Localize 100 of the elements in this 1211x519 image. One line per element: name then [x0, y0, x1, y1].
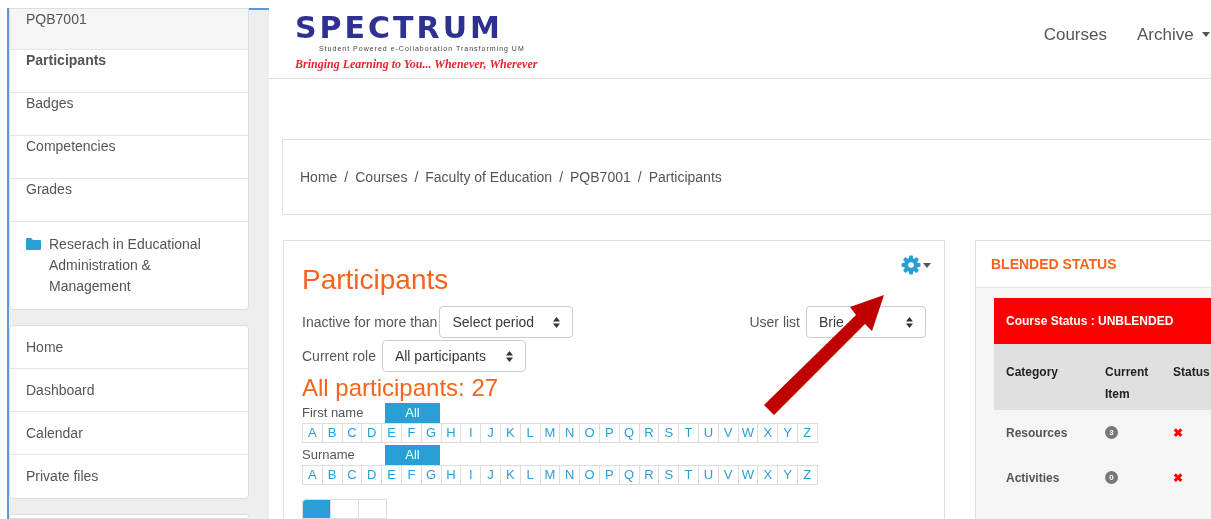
- breadcrumb-separator: /: [637, 167, 642, 187]
- select-field[interactable]: Select period: [439, 306, 574, 338]
- letter-link[interactable]: L: [519, 423, 541, 443]
- letter-link[interactable]: X: [757, 465, 779, 485]
- letter-link[interactable]: O: [579, 465, 600, 485]
- sort-arrows-icon: [553, 316, 561, 328]
- letter-link[interactable]: F: [401, 423, 422, 443]
- select-field[interactable]: All participants: [381, 340, 526, 372]
- letter-link[interactable]: S: [658, 423, 680, 443]
- letter-link[interactable]: G: [420, 423, 442, 443]
- letter-link[interactable]: V: [717, 465, 739, 485]
- letter-link[interactable]: Z: [796, 423, 818, 443]
- letter-link[interactable]: C: [341, 423, 363, 443]
- letter-link[interactable]: P: [598, 423, 620, 443]
- logo-tagline: Bringing Learning to You... Whenever, Wherever: [295, 55, 538, 73]
- letter-link[interactable]: R: [638, 465, 660, 485]
- letter-link[interactable]: W: [737, 465, 759, 485]
- breadcrumb-link[interactable]: PQB7001: [570, 166, 631, 188]
- letter-link[interactable]: M: [539, 465, 561, 485]
- letter-link[interactable]: W: [737, 423, 759, 443]
- panel-title: BLENDED STATUS: [991, 254, 1117, 274]
- breadcrumb-link[interactable]: Participants: [648, 166, 722, 188]
- filter-label: First name: [302, 404, 365, 423]
- column-header: Status: [1173, 364, 1210, 381]
- caret-icon: [923, 262, 931, 268]
- letter-link[interactable]: P: [598, 465, 620, 485]
- breadcrumb-link[interactable]: Home: [300, 166, 338, 188]
- letter-link[interactable]: F: [401, 465, 422, 485]
- breadcrumb-separator: /: [414, 167, 419, 187]
- letter-link[interactable]: M: [539, 423, 561, 443]
- letter-link[interactable]: E: [381, 423, 402, 443]
- letter-link[interactable]: G: [420, 465, 442, 485]
- page-link[interactable]: [302, 499, 331, 519]
- sidebar-item[interactable]: Competencies: [10, 136, 248, 179]
- status-cross: ✖: [1173, 469, 1183, 487]
- breadcrumb-separator: /: [559, 167, 564, 187]
- settings-icon[interactable]: [901, 255, 921, 275]
- field-label: User list: [749, 312, 800, 332]
- letter-link[interactable]: Z: [796, 465, 818, 485]
- sidebar-item[interactable]: Participants: [10, 50, 248, 93]
- letter-link[interactable]: D: [361, 423, 383, 443]
- status-cross: ✖: [1173, 424, 1183, 442]
- count-badge: 3: [1105, 426, 1118, 439]
- all-filter-link[interactable]: All: [385, 403, 440, 423]
- filter-label: Surname: [302, 446, 356, 465]
- participant-count: All participants: 27: [302, 373, 500, 403]
- logo-title: SPECTRUM: [295, 12, 504, 44]
- letter-link[interactable]: H: [440, 423, 462, 443]
- column-header: Category: [1006, 364, 1059, 381]
- letter-link[interactable]: R: [638, 423, 660, 443]
- letter-link[interactable]: X: [757, 423, 779, 443]
- letter-link[interactable]: B: [321, 465, 343, 485]
- page-link[interactable]: [330, 499, 359, 519]
- column-header: Current Item: [1105, 364, 1150, 403]
- letter-link[interactable]: N: [559, 423, 581, 443]
- letter-link[interactable]: E: [381, 465, 402, 485]
- sidebar-item[interactable]: Badges: [10, 93, 248, 136]
- letter-link[interactable]: K: [499, 465, 521, 485]
- count-badge: 0: [1105, 471, 1118, 484]
- sidebar-item[interactable]: Home: [10, 326, 248, 369]
- letter-link[interactable]: A: [302, 423, 323, 443]
- letter-link[interactable]: D: [361, 465, 383, 485]
- letter-link[interactable]: J: [480, 465, 501, 485]
- letter-link[interactable]: Q: [618, 423, 640, 443]
- sidebar-item[interactable]: Private files: [10, 455, 248, 498]
- breadcrumb-link[interactable]: Courses: [355, 166, 408, 188]
- all-filter-link[interactable]: All: [385, 445, 440, 465]
- letter-link[interactable]: Y: [777, 423, 798, 443]
- letter-link[interactable]: Q: [618, 465, 640, 485]
- letter-link[interactable]: T: [678, 465, 699, 485]
- page-link[interactable]: [358, 499, 387, 519]
- letter-link[interactable]: Y: [777, 465, 798, 485]
- breadcrumb-link[interactable]: Faculty of Education: [425, 166, 553, 188]
- folder-icon: [26, 238, 41, 250]
- sidebar-item[interactable]: Grades: [10, 179, 248, 222]
- letter-link[interactable]: A: [302, 465, 323, 485]
- sidebar-item[interactable]: Calendar: [10, 412, 248, 455]
- letter-link[interactable]: O: [579, 423, 600, 443]
- letter-link[interactable]: L: [519, 465, 541, 485]
- letter-link[interactable]: I: [460, 465, 482, 485]
- letter-link[interactable]: U: [697, 423, 719, 443]
- letter-link[interactable]: S: [658, 465, 680, 485]
- letter-link[interactable]: C: [341, 465, 363, 485]
- letter-link[interactable]: N: [559, 465, 581, 485]
- nav-link[interactable]: Archive: [1137, 22, 1210, 48]
- letter-link[interactable]: U: [697, 465, 719, 485]
- letter-link[interactable]: V: [717, 423, 739, 443]
- sort-arrows-icon: [906, 316, 913, 328]
- letter-link[interactable]: I: [460, 423, 482, 443]
- letter-link[interactable]: T: [678, 423, 699, 443]
- sidebar-item[interactable]: Reserach in Educational Administration & Management: [49, 234, 219, 297]
- sidebar-header[interactable]: PQB7001: [10, 9, 248, 50]
- letter-link[interactable]: B: [321, 423, 343, 443]
- sort-arrows-icon: [505, 350, 513, 362]
- sidebar-item[interactable]: Dashboard: [10, 369, 248, 412]
- page-title: Participants: [302, 263, 449, 297]
- letter-link[interactable]: J: [480, 423, 501, 443]
- letter-link[interactable]: K: [499, 423, 521, 443]
- nav-link[interactable]: Courses: [1043, 22, 1107, 48]
- letter-link[interactable]: H: [440, 465, 462, 485]
